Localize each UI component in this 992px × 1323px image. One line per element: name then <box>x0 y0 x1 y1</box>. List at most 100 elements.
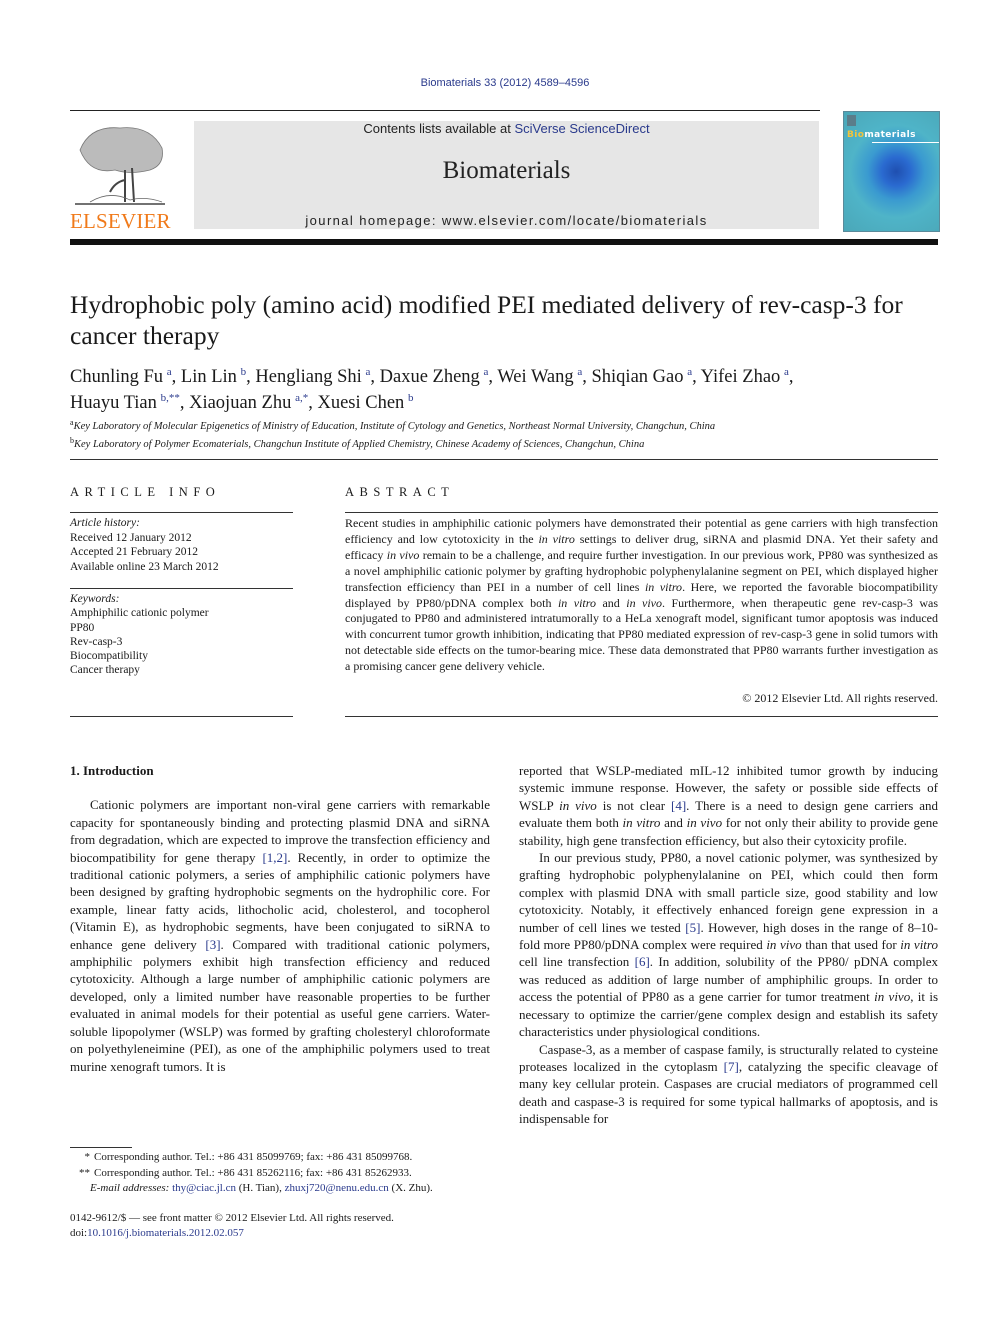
abstract-copyright: © 2012 Elsevier Ltd. All rights reserved… <box>742 691 938 705</box>
author-name[interactable]: Hengliang Shi <box>255 367 361 387</box>
author-affiliation-mark[interactable]: a,* <box>295 392 308 404</box>
author-name[interactable]: Xuesi Chen <box>317 393 404 413</box>
reference-link[interactable]: [1,2] <box>262 850 287 865</box>
header-rule <box>70 110 820 111</box>
history-label: Article history: <box>70 517 140 529</box>
contents-label: Contents lists available at <box>363 121 515 136</box>
body-column-right: reported that WSLP-mediated mIL-12 inhib… <box>519 762 938 1128</box>
email-owner: (H. Tian) <box>238 1182 280 1194</box>
author-affiliation-mark[interactable]: b <box>408 392 414 404</box>
doi-link[interactable]: 10.1016/j.biomaterials.2012.02.057 <box>87 1227 244 1239</box>
article-info-heading: ARTICLE INFO <box>70 485 221 499</box>
keywords-label: Keywords: <box>70 593 120 605</box>
reference-link[interactable]: [4] <box>671 798 686 813</box>
author-affiliation-mark[interactable]: a <box>365 366 370 378</box>
author-affiliation-mark[interactable]: a <box>167 366 172 378</box>
info-rule <box>70 512 293 513</box>
reference-link[interactable]: [3] <box>205 937 220 952</box>
affiliations: aKey Laboratory of Molecular Epigenetics… <box>70 416 950 452</box>
italic-term: in vivo <box>386 547 420 562</box>
affiliation: bKey Laboratory of Polymer Ecomaterials,… <box>70 434 950 452</box>
footnote-text: Corresponding author. Tel.: +86 431 8509… <box>94 1151 413 1163</box>
italic-term: in vitro <box>900 937 938 953</box>
cover-title-prefix: Bio <box>847 130 865 140</box>
cover-publisher-icon <box>847 115 856 126</box>
italic-term: in vivo <box>874 989 911 1005</box>
journal-homepage[interactable]: journal homepage: www.elsevier.com/locat… <box>194 213 819 228</box>
text-run: . Compared with traditional cationic pol… <box>70 936 490 1074</box>
author-affiliation-mark[interactable]: b <box>241 366 247 378</box>
section-rule <box>70 459 938 460</box>
body-paragraph: Caspase-3, as a member of caspase family… <box>519 1041 938 1128</box>
author-affiliation-mark[interactable]: b,** <box>161 392 180 404</box>
info-rule <box>70 588 293 589</box>
author-list: Chunling Fu a, Lin Lin b, Hengliang Shi … <box>70 366 794 413</box>
author-name[interactable]: Xiaojuan Zhu <box>189 393 291 413</box>
author-name[interactable]: Daxue Zheng <box>380 367 480 387</box>
body-paragraph: Cationic polymers are important non-vira… <box>70 796 490 1075</box>
italic-term: in vivo <box>626 595 663 610</box>
sciencedirect-link[interactable]: SciVerse ScienceDirect <box>514 121 649 136</box>
affiliation-text: Key Laboratory of Polymer Ecomaterials, … <box>74 439 645 450</box>
footnote-rule <box>70 1147 132 1148</box>
cover-title-suffix: materials <box>864 130 916 140</box>
journal-citation-link[interactable]: Biomaterials 33 (2012) 4589–4596 <box>0 77 992 89</box>
history-online: Available online 23 March 2012 <box>70 560 219 573</box>
contents-line: Contents lists available at SciVerse Sci… <box>194 121 819 136</box>
body-column-left: 1. Introduction Cationic polymers are im… <box>70 762 490 1075</box>
text-run: is not clear <box>596 797 671 813</box>
author-name[interactable]: Shiqian Gao <box>592 367 684 387</box>
author-affiliation-mark[interactable]: a <box>577 366 582 378</box>
reference-link[interactable]: [7] <box>724 1059 739 1074</box>
author-affiliation-mark[interactable]: a <box>687 366 692 378</box>
footnote-mark: ** <box>79 1166 90 1179</box>
footnote-text: Corresponding author. Tel.: +86 431 8526… <box>94 1166 412 1179</box>
keyword: Biocompatibility <box>70 650 148 663</box>
author-name[interactable]: Yifei Zhao <box>701 367 781 387</box>
email-owner: (X. Zhu) <box>391 1182 431 1194</box>
header-thick-rule <box>70 239 938 245</box>
body-paragraph: In our previous study, PP80, a novel cat… <box>519 849 938 1040</box>
author-affiliation-mark[interactable]: a <box>784 366 789 378</box>
body-paragraph: reported that WSLP-mediated mIL-12 inhib… <box>519 762 938 849</box>
section-heading: 1. Introduction <box>70 763 154 778</box>
italic-term: in vivo <box>559 797 597 813</box>
keywords: Keywords: Amphiphilic cationic polymer P… <box>70 592 293 678</box>
text-run: cell line transfection <box>519 954 635 970</box>
keyword: Amphiphilic cationic polymer <box>70 607 209 620</box>
text-run: and <box>595 595 627 610</box>
journal-banner: Contents lists available at SciVerse Sci… <box>194 121 819 229</box>
italic-term: in vitro <box>538 531 575 546</box>
author-name[interactable]: Huayu Tian <box>70 393 157 413</box>
doi-label: doi: <box>70 1227 88 1239</box>
author-name[interactable]: Wei Wang <box>497 367 573 387</box>
italic-term: in vitro <box>622 815 661 831</box>
italic-term: in vivo <box>686 815 723 831</box>
abstract-text: Recent studies in amphiphilic cationic p… <box>345 516 938 675</box>
email-link-zhu[interactable]: zhuxj720@nenu.edu.cn <box>285 1182 389 1194</box>
text-run: and <box>660 815 687 831</box>
reference-link[interactable]: [6] <box>635 954 650 969</box>
author-name[interactable]: Chunling Fu <box>70 367 163 387</box>
cover-divider <box>872 142 939 143</box>
text-run: than that used for <box>801 937 901 953</box>
italic-term: in vitro <box>644 579 683 594</box>
author-name[interactable]: Lin Lin <box>181 367 237 387</box>
keyword: PP80 <box>70 621 95 634</box>
info-rule <box>70 716 293 717</box>
publisher-name: ELSEVIER <box>70 209 171 233</box>
history-received: Received 12 January 2012 <box>70 531 192 544</box>
author-affiliation-mark[interactable]: a <box>484 366 489 378</box>
reference-link[interactable]: [5] <box>685 920 700 935</box>
article-title: Hydrophobic poly (amino acid) modified P… <box>70 290 903 350</box>
publisher-logo[interactable]: ELSEVIER <box>70 120 200 235</box>
cover-title: Biomaterials <box>847 130 916 140</box>
journal-cover-image[interactable]: Biomaterials <box>843 111 940 232</box>
footnote-corresponding-1: * Corresponding author. Tel.: +86 431 850… <box>70 1150 490 1166</box>
email-link-tian[interactable]: thy@ciac.jl.cn <box>172 1182 236 1194</box>
abstract-rule <box>345 716 938 717</box>
left-paragraphs: Cationic polymers are important non-vira… <box>70 796 490 1075</box>
elsevier-tree-icon <box>75 127 165 205</box>
keyword: Rev-casp-3 <box>70 635 123 648</box>
article-history: Article history: Received 12 January 201… <box>70 516 293 574</box>
